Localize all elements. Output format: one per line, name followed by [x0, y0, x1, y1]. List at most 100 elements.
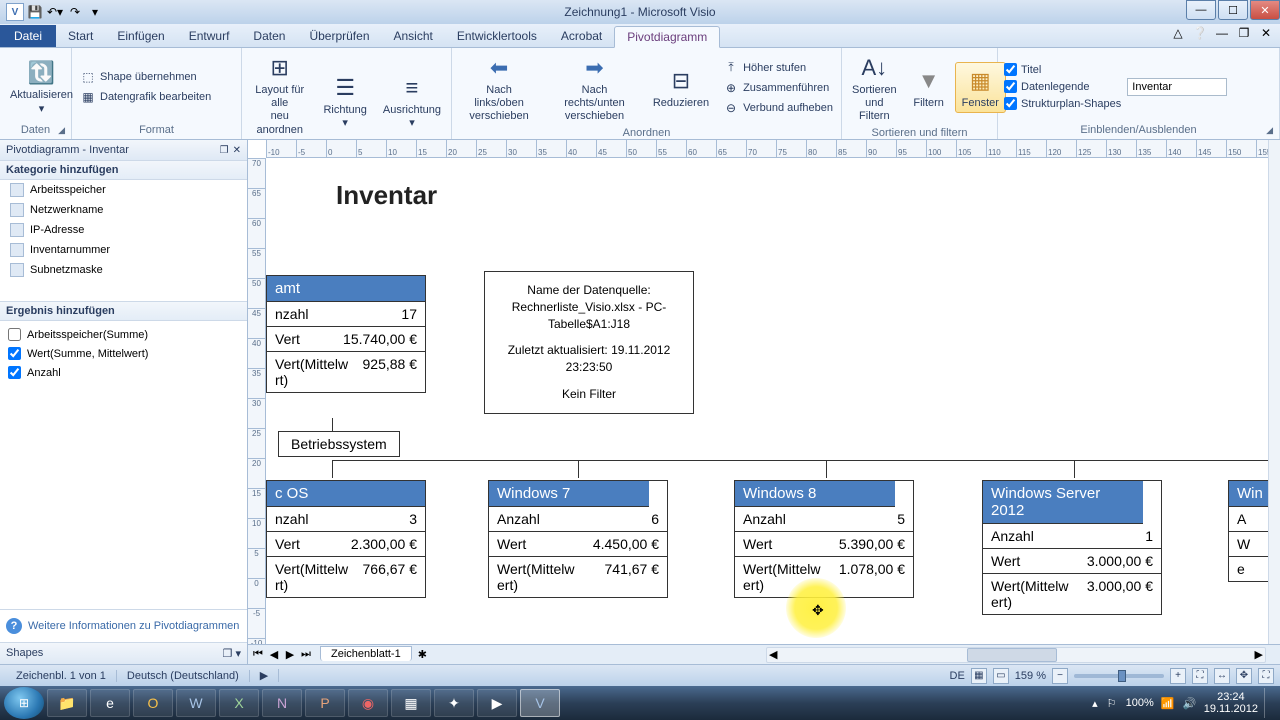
tab-daten[interactable]: Daten	[241, 25, 297, 47]
tab-entwurf[interactable]: Entwurf	[177, 25, 242, 47]
strukturplan-checkbox[interactable]: Strukturplan-Shapes	[1002, 96, 1123, 111]
doc-minimize-icon[interactable]: —	[1214, 26, 1230, 42]
taskbar-explorer[interactable]: 📁	[47, 689, 87, 717]
sheet-last-icon[interactable]: ⏭	[298, 648, 314, 661]
fit-page-icon[interactable]: ⛶	[1192, 668, 1208, 684]
vertical-scrollbar[interactable]	[1268, 140, 1280, 664]
taskbar-ie[interactable]: e	[90, 689, 130, 717]
list-item[interactable]: Netzwerkname	[0, 200, 247, 220]
sheet-tab[interactable]: Zeichenblatt-1	[320, 646, 412, 661]
nach-links-button[interactable]: ⬅Nach links/oben verschieben	[456, 50, 542, 126]
sheet-prev-icon[interactable]: ◀	[266, 648, 282, 661]
panel-pin-icon[interactable]: ❐	[220, 145, 229, 156]
tab-entwicklertools[interactable]: Entwicklertools	[445, 25, 549, 47]
richtung-button[interactable]: ☰Richtung▾	[317, 70, 372, 132]
taskbar-outlook[interactable]: O	[133, 689, 173, 717]
datenlegende-checkbox[interactable]: Datenlegende	[1002, 79, 1123, 94]
pivot-child-node[interactable]: Windows 7 Anzahl6 Wert4.450,00 € Wert(Mi…	[488, 480, 668, 598]
dialog-launcher-icon[interactable]: ◢	[1266, 125, 1273, 136]
layout-alle-button[interactable]: ⊞Layout für alle neu anordnen▾	[246, 50, 313, 152]
taskbar-excel[interactable]: X	[219, 689, 259, 717]
doc-restore-icon[interactable]: ❐	[1236, 26, 1252, 42]
fullscreen-icon[interactable]: ⛶	[1258, 668, 1274, 684]
file-tab[interactable]: Datei	[0, 25, 56, 47]
tab-pivotdiagramm[interactable]: Pivotdiagramm	[614, 26, 720, 48]
redo-icon[interactable]: ↷	[66, 3, 84, 21]
help-icon[interactable]: ❔	[1192, 26, 1208, 42]
pivot-child-node[interactable]: c OS nzahl3 Vert2.300,00 € Vert(Mittelw …	[266, 480, 426, 598]
scroll-left-icon[interactable]: ◀	[769, 648, 777, 661]
ausrichtung-button[interactable]: ≡Ausrichtung▾	[377, 70, 447, 132]
list-item[interactable]: Inventarnummer	[0, 240, 247, 260]
sheet-next-icon[interactable]: ▶	[282, 648, 298, 661]
filtern-button[interactable]: ▼Filtern	[907, 63, 951, 112]
scroll-thumb[interactable]	[967, 648, 1057, 662]
category-box[interactable]: Betriebssystem	[278, 431, 400, 457]
panel-close-icon[interactable]: ✕	[233, 145, 241, 156]
undo-icon[interactable]: ↶▾	[46, 3, 64, 21]
tray-date[interactable]: 19.11.2012	[1204, 703, 1258, 715]
save-icon[interactable]: 💾	[26, 3, 44, 21]
tray-expand-icon[interactable]: ▴	[1092, 697, 1098, 710]
view-normal-icon[interactable]: ▦	[971, 668, 987, 684]
pivot-child-node[interactable]: Windows Server 2012 Anzahl1 Wert3.000,00…	[982, 480, 1162, 615]
drawing-canvas[interactable]: Inventar Name der Datenquelle:Rechnerlis…	[266, 158, 1280, 644]
titel-input[interactable]	[1127, 78, 1227, 96]
taskbar-onenote[interactable]: N	[262, 689, 302, 717]
maximize-button[interactable]: ☐	[1218, 0, 1248, 20]
status-macro-icon[interactable]: ▶	[250, 669, 279, 682]
nach-rechts-button[interactable]: ➡Nach rechts/unten verschieben	[546, 50, 643, 126]
taskbar-app1[interactable]: ◉	[348, 689, 388, 717]
shapes-dropdown-icon[interactable]: ▾	[235, 648, 241, 660]
taskbar-app2[interactable]: ▦	[391, 689, 431, 717]
pan-icon[interactable]: ✥	[1236, 668, 1252, 684]
shapes-bar[interactable]: Shapes❐ ▾	[0, 642, 247, 664]
tab-ueberpruefen[interactable]: Überprüfen	[297, 25, 381, 47]
tab-ansicht[interactable]: Ansicht	[382, 25, 445, 47]
horizontal-scrollbar[interactable]: ◀▶	[766, 647, 1266, 663]
titel-checkbox[interactable]: Titel	[1002, 62, 1123, 77]
sortieren-filtern-button[interactable]: A↓Sortieren und Filtern	[846, 50, 903, 126]
list-item[interactable]: Subnetzmaske	[0, 260, 247, 280]
dialog-launcher-icon[interactable]: ◢	[58, 125, 65, 136]
tray-volume-icon[interactable]: 🔊	[1182, 695, 1198, 711]
minimize-button[interactable]: —	[1186, 0, 1216, 20]
tray-time[interactable]: 23:24	[1204, 691, 1258, 703]
zoom-level[interactable]: 159 %	[1015, 670, 1046, 682]
list-item[interactable]: Wert(Summe, Mittelwert)	[6, 344, 241, 363]
aktualisieren-button[interactable]: 🔃Aktualisieren▾	[4, 55, 79, 117]
pivot-child-node[interactable]: Windows 8 Anzahl5 Wert5.390,00 € Wert(Mi…	[734, 480, 914, 598]
tab-start[interactable]: Start	[56, 25, 105, 47]
zoom-in-icon[interactable]: +	[1170, 668, 1186, 684]
scroll-right-icon[interactable]: ▶	[1255, 648, 1263, 661]
tab-einfuegen[interactable]: Einfügen	[105, 25, 176, 47]
show-desktop-button[interactable]	[1264, 688, 1274, 718]
zusammenfuehren-button[interactable]: ⊕Zusammenführen	[719, 79, 837, 97]
status-language[interactable]: Deutsch (Deutschland)	[117, 670, 250, 682]
view-wide-icon[interactable]: ▭	[993, 668, 1009, 684]
doc-close-icon[interactable]: ✕	[1258, 26, 1274, 42]
hoeher-stufen-button[interactable]: ⤒Höher stufen	[719, 59, 837, 77]
list-item[interactable]: Anzahl	[6, 363, 241, 382]
fit-width-icon[interactable]: ↔	[1214, 668, 1230, 684]
minimize-ribbon-icon[interactable]: △	[1170, 26, 1186, 42]
zoom-slider[interactable]	[1074, 674, 1164, 678]
datasource-legend[interactable]: Name der Datenquelle:Rechnerliste_Visio.…	[484, 271, 694, 414]
zoom-out-icon[interactable]: −	[1052, 668, 1068, 684]
shape-uebernehmen-button[interactable]: ⬚Shape übernehmen	[76, 68, 215, 86]
datengrafik-button[interactable]: ▦Datengrafik bearbeiten	[76, 88, 215, 106]
pivot-root-node[interactable]: amt nzahl17 Vert15.740,00 € Vert(Mittelw…	[266, 275, 426, 393]
taskbar-visio[interactable]: V	[520, 689, 560, 717]
list-item[interactable]: Arbeitsspeicher(Summe)	[6, 325, 241, 344]
category-list[interactable]: Arbeitsspeicher Netzwerkname IP-Adresse …	[0, 180, 247, 302]
tray-flag-icon[interactable]: ⚐	[1104, 695, 1120, 711]
new-sheet-icon[interactable]: ✱	[418, 648, 427, 661]
start-button[interactable]: ⊞	[4, 687, 44, 719]
taskbar-app4[interactable]: ▶	[477, 689, 517, 717]
more-info-link[interactable]: ?Weitere Informationen zu Pivotdiagramme…	[0, 609, 247, 642]
qat-customize-icon[interactable]: ▾	[86, 3, 104, 21]
status-langcode[interactable]: DE	[950, 670, 965, 682]
taskbar-word[interactable]: W	[176, 689, 216, 717]
list-item[interactable]: IP-Adresse	[0, 220, 247, 240]
verbund-aufheben-button[interactable]: ⊖Verbund aufheben	[719, 99, 837, 117]
